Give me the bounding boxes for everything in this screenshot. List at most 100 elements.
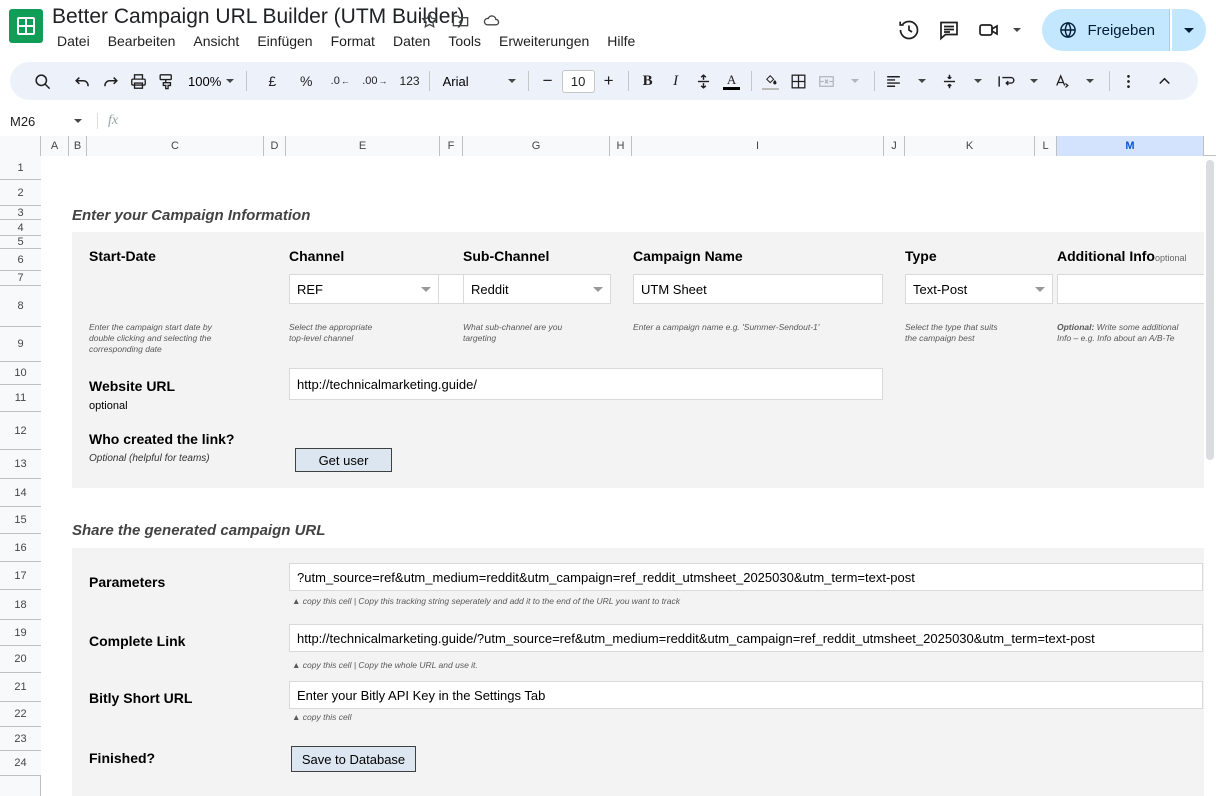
row-header-8[interactable]: 8 — [0, 286, 41, 327]
menu-hilfe[interactable]: Hilfe — [598, 31, 644, 51]
column-header-i[interactable]: I — [632, 136, 884, 156]
undo-icon[interactable] — [68, 67, 96, 95]
comment-icon[interactable] — [930, 11, 968, 49]
bitly-short-url-input[interactable]: Enter your Bitly API Key in the Settings… — [289, 681, 1203, 709]
currency-format-button[interactable]: £ — [258, 67, 286, 95]
row-header-18[interactable]: 18 — [0, 590, 41, 620]
text-rotation-caret-icon[interactable] — [1076, 67, 1104, 95]
borders-icon[interactable] — [785, 67, 813, 95]
video-call-caret-icon[interactable] — [1013, 28, 1022, 32]
complete-link-input[interactable]: http://technicalmarketing.guide/?utm_sou… — [289, 624, 1203, 652]
row-header-11[interactable]: 11 — [0, 385, 41, 412]
more-options-icon[interactable] — [1115, 67, 1143, 95]
campaign-name-input[interactable]: UTM Sheet — [633, 274, 883, 304]
version-history-icon[interactable] — [890, 11, 928, 49]
sub-channel-select[interactable]: Reddit — [463, 274, 611, 304]
horizontal-align-caret-icon[interactable] — [908, 67, 936, 95]
share-button[interactable]: Freigeben — [1042, 9, 1170, 51]
more-formats-button[interactable]: 123 — [396, 67, 424, 95]
decrease-decimal-button[interactable]: .0 ← — [326, 67, 354, 95]
row-header-21[interactable]: 21 — [0, 673, 41, 702]
get-user-button[interactable]: Get user — [295, 448, 392, 472]
increase-font-size-button[interactable]: + — [595, 67, 623, 95]
column-header-d[interactable]: D — [264, 136, 286, 156]
menu-tools[interactable]: Tools — [439, 31, 490, 51]
row-header-5[interactable]: 5 — [0, 236, 41, 249]
row-header-20[interactable]: 20 — [0, 646, 41, 673]
row-header-2[interactable]: 2 — [0, 180, 41, 206]
row-header-23[interactable]: 23 — [0, 727, 41, 751]
search-icon[interactable] — [28, 67, 56, 95]
italic-button[interactable]: I — [662, 67, 690, 95]
decrease-font-size-button[interactable]: − — [534, 67, 562, 95]
channel-select[interactable]: REF — [289, 274, 439, 304]
zoom-selector[interactable]: 100% — [180, 67, 241, 95]
document-title[interactable]: Better Campaign URL Builder (UTM Builder… — [52, 5, 464, 29]
font-family-selector[interactable]: Arial — [435, 67, 523, 95]
vertical-scrollbar[interactable] — [1204, 157, 1216, 796]
bold-button[interactable]: B — [634, 67, 662, 95]
strikethrough-icon[interactable] — [690, 67, 718, 95]
row-header-7[interactable]: 7 — [0, 271, 41, 286]
row-header-12[interactable]: 12 — [0, 412, 41, 450]
print-icon[interactable] — [124, 67, 152, 95]
row-header-16[interactable]: 16 — [0, 534, 41, 562]
column-header-g[interactable]: G — [463, 136, 610, 156]
row-header-14[interactable]: 14 — [0, 479, 41, 507]
horizontal-align-icon[interactable] — [880, 67, 908, 95]
text-wrap-icon[interactable] — [992, 67, 1020, 95]
column-header-e[interactable]: E — [286, 136, 440, 156]
row-header-15[interactable]: 15 — [0, 507, 41, 534]
menu-einfuegen[interactable]: Einfügen — [248, 31, 321, 51]
menu-erweiterungen[interactable]: Erweiterungen — [490, 31, 598, 51]
column-header-l[interactable]: L — [1035, 136, 1057, 156]
name-box[interactable]: M26 — [0, 106, 95, 136]
row-header-6[interactable]: 6 — [0, 249, 41, 271]
text-color-button[interactable]: A — [718, 67, 746, 95]
row-header-4[interactable]: 4 — [0, 220, 41, 236]
text-wrap-caret-icon[interactable] — [1020, 67, 1048, 95]
increase-decimal-button[interactable]: .00 → — [358, 67, 391, 95]
website-url-input[interactable]: http://technicalmarketing.guide/ — [289, 368, 883, 400]
parameters-input[interactable]: ?utm_source=ref&utm_medium=reddit&utm_ca… — [289, 563, 1203, 591]
row-header-17[interactable]: 17 — [0, 562, 41, 590]
paint-format-icon[interactable] — [152, 67, 180, 95]
video-call-icon[interactable] — [970, 11, 1008, 49]
font-size-input[interactable]: 10 — [561, 69, 595, 93]
column-header-b[interactable]: B — [69, 136, 87, 156]
column-header-f[interactable]: F — [440, 136, 463, 156]
column-header-c[interactable]: C — [87, 136, 264, 156]
type-select[interactable]: Text-Post — [905, 274, 1053, 304]
menu-ansicht[interactable]: Ansicht — [184, 31, 248, 51]
row-header-9[interactable]: 9 — [0, 327, 41, 362]
save-to-database-button[interactable]: Save to Database — [291, 746, 416, 772]
column-header-m[interactable]: M — [1057, 136, 1204, 156]
vertical-scrollbar-thumb[interactable] — [1206, 160, 1214, 460]
star-icon[interactable] — [418, 10, 440, 32]
row-header-10[interactable]: 10 — [0, 362, 41, 385]
formula-input[interactable] — [118, 106, 1216, 136]
collapse-toolbar-icon[interactable] — [1150, 67, 1178, 95]
column-header-a[interactable]: A — [41, 136, 69, 156]
menu-bearbeiten[interactable]: Bearbeiten — [99, 31, 185, 51]
row-header-22[interactable]: 22 — [0, 702, 41, 727]
menu-daten[interactable]: Daten — [384, 31, 439, 51]
menu-format[interactable]: Format — [322, 31, 384, 51]
row-header-1[interactable]: 1 — [0, 156, 41, 180]
menu-datei[interactable]: Datei — [48, 31, 99, 51]
cloud-saved-icon[interactable] — [480, 10, 502, 32]
row-header-3[interactable]: 3 — [0, 206, 41, 220]
row-header-13[interactable]: 13 — [0, 450, 41, 479]
percent-format-button[interactable]: % — [292, 67, 320, 95]
column-header-h[interactable]: H — [610, 136, 632, 156]
redo-icon[interactable] — [96, 67, 124, 95]
video-call-button[interactable] — [970, 11, 1030, 49]
fill-color-icon[interactable] — [757, 67, 785, 95]
column-header-k[interactable]: K — [905, 136, 1035, 156]
row-header-24[interactable]: 24 — [0, 751, 41, 776]
select-all-corner[interactable] — [0, 136, 41, 156]
row-header-19[interactable]: 19 — [0, 620, 41, 646]
text-rotation-icon[interactable] — [1048, 67, 1076, 95]
column-header-j[interactable]: J — [884, 136, 905, 156]
move-to-folder-icon[interactable] — [449, 10, 471, 32]
